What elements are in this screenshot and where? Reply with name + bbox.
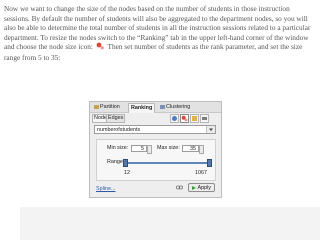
- rank-parameter-value: numberofstudents: [97, 127, 141, 133]
- label-size-button[interactable]: [200, 114, 209, 123]
- max-size-label: Max size:: [157, 145, 180, 151]
- tab-bar: Partition Ranking Clustering: [90, 102, 221, 113]
- node-size-icon: [96, 42, 105, 53]
- slide: Now we want to change the size of the no…: [0, 0, 320, 240]
- tab-edges[interactable]: Edges: [106, 114, 126, 123]
- label-size-icon: [202, 117, 207, 120]
- rank-parameter-select[interactable]: numberofstudents: [94, 125, 216, 134]
- size-settings: Min size: 5 Max size: 35 Range: 12 1067: [96, 139, 216, 181]
- tab-label: Partition: [100, 104, 120, 110]
- label-color-button[interactable]: [190, 114, 199, 123]
- min-size-stepper[interactable]: [147, 145, 152, 154]
- color-button[interactable]: [170, 114, 179, 123]
- label-color-icon: [192, 116, 197, 121]
- tab-ranking[interactable]: Ranking: [128, 103, 156, 113]
- range-slider-track[interactable]: [125, 162, 209, 164]
- apply-button[interactable]: Apply: [188, 183, 215, 192]
- chevron-down-icon: [206, 126, 215, 133]
- range-slider-max-handle[interactable]: [207, 159, 212, 167]
- partition-icon: [94, 104, 99, 109]
- node-size-icon: [181, 115, 188, 122]
- tab-label: Clustering: [166, 104, 191, 110]
- clustering-icon: [160, 104, 165, 109]
- instruction-paragraph: Now we want to change the size of the no…: [4, 4, 314, 63]
- range-max-value: 1067: [195, 170, 207, 176]
- footer-band: [20, 207, 320, 240]
- link-icon[interactable]: [176, 185, 183, 192]
- tab-label: Ranking: [131, 105, 153, 111]
- color-icon: [172, 116, 177, 121]
- max-size-stepper[interactable]: [199, 145, 204, 154]
- range-slider-min-handle[interactable]: [123, 159, 128, 167]
- play-icon: [192, 186, 196, 190]
- min-size-input[interactable]: 5: [131, 145, 147, 152]
- ranking-panel: Partition Ranking Clustering Nodes Edges: [89, 101, 222, 198]
- tab-clustering[interactable]: Clustering: [158, 103, 192, 112]
- range-min-value: 12: [124, 170, 130, 176]
- max-size-input[interactable]: 35: [182, 145, 199, 152]
- tab-partition[interactable]: Partition: [92, 103, 122, 112]
- spline-link[interactable]: Spline...: [96, 186, 115, 192]
- node-size-button[interactable]: [180, 114, 189, 123]
- range-label: Range:: [107, 159, 125, 165]
- apply-label: Apply: [197, 185, 212, 191]
- min-size-label: Min size:: [107, 145, 129, 151]
